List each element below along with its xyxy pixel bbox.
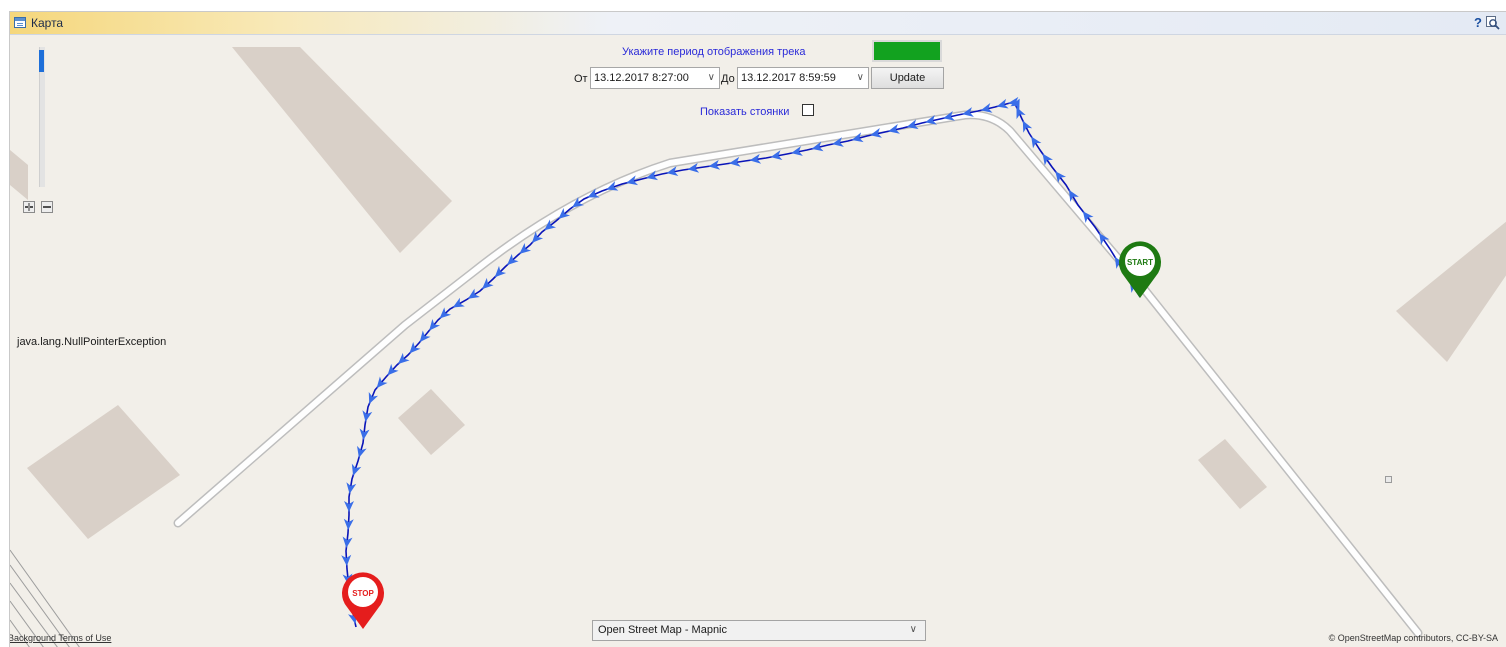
building [1198,439,1267,509]
map-window: Карта ? START STOP Укажите период отобра… [9,11,1506,647]
track-direction-arrow [770,150,783,160]
stop-marker: STOP [342,572,384,629]
map-base-layer: START STOP [10,47,1506,647]
track-direction-arrow [452,297,465,308]
map-feature-marker [1385,476,1392,483]
error-message: java.lang.NullPointerException [17,336,167,348]
building [10,150,28,200]
title-bar: Карта ? [10,12,1506,35]
map-attribution: © OpenStreetMap contributors, CC-BY-SA [1328,633,1498,643]
from-label: От [574,73,588,85]
track-direction-arrow [1031,136,1042,149]
background-terms-link[interactable]: Background Terms of Use [10,633,111,643]
from-date-input[interactable]: 13.12.2017 8:27:00 ∨ [590,67,720,89]
period-label: Укажите период отображения трека [622,46,806,58]
zoom-out-button[interactable] [41,201,53,213]
track-color-picker[interactable] [872,40,942,62]
from-date-value: 13.12.2017 8:27:00 [594,72,689,84]
minus-icon [43,206,51,208]
map-layer-select[interactable]: Open Street Map - Mapnic ∨ [592,620,926,641]
window-icon [14,17,26,28]
building [232,47,452,253]
start-marker: START [1119,241,1161,298]
chevron-down-icon: ∨ [909,624,917,635]
track-direction-arrow [351,463,362,476]
magnifier-icon[interactable] [1486,16,1500,30]
start-marker-label: START [1127,258,1153,267]
track-direction-arrow [357,445,367,458]
building [1396,221,1506,362]
track-direction-arrow [467,288,480,299]
track-direction-arrow [791,146,803,156]
update-button[interactable]: Update [871,67,944,89]
track-direction-arrow [368,391,379,405]
zoom-slider-thumb[interactable] [39,50,44,72]
track-layer [341,96,1141,628]
track-direction-arrow [996,98,1009,109]
zoom-in-button[interactable] [23,201,35,213]
to-label: До [721,73,735,85]
track-direction-arrow [1022,120,1033,133]
help-button[interactable]: ? [1474,15,1482,30]
building [27,405,180,539]
chevron-down-icon: ∨ [707,72,715,83]
chevron-down-icon: ∨ [856,72,864,83]
window-title: Карта [31,16,64,30]
show-stops-label: Показать стоянки [700,106,790,118]
to-date-value: 13.12.2017 8:59:59 [741,72,836,84]
building [398,389,465,455]
map-layer-value: Open Street Map - Mapnic [598,624,728,636]
to-date-input[interactable]: 13.12.2017 8:59:59 ∨ [737,67,869,89]
map-canvas[interactable]: START STOP Укажите период отображения тр… [10,35,1506,647]
show-stops-checkbox[interactable] [802,104,814,116]
track-line [345,101,1141,628]
stop-marker-label: STOP [352,589,374,598]
